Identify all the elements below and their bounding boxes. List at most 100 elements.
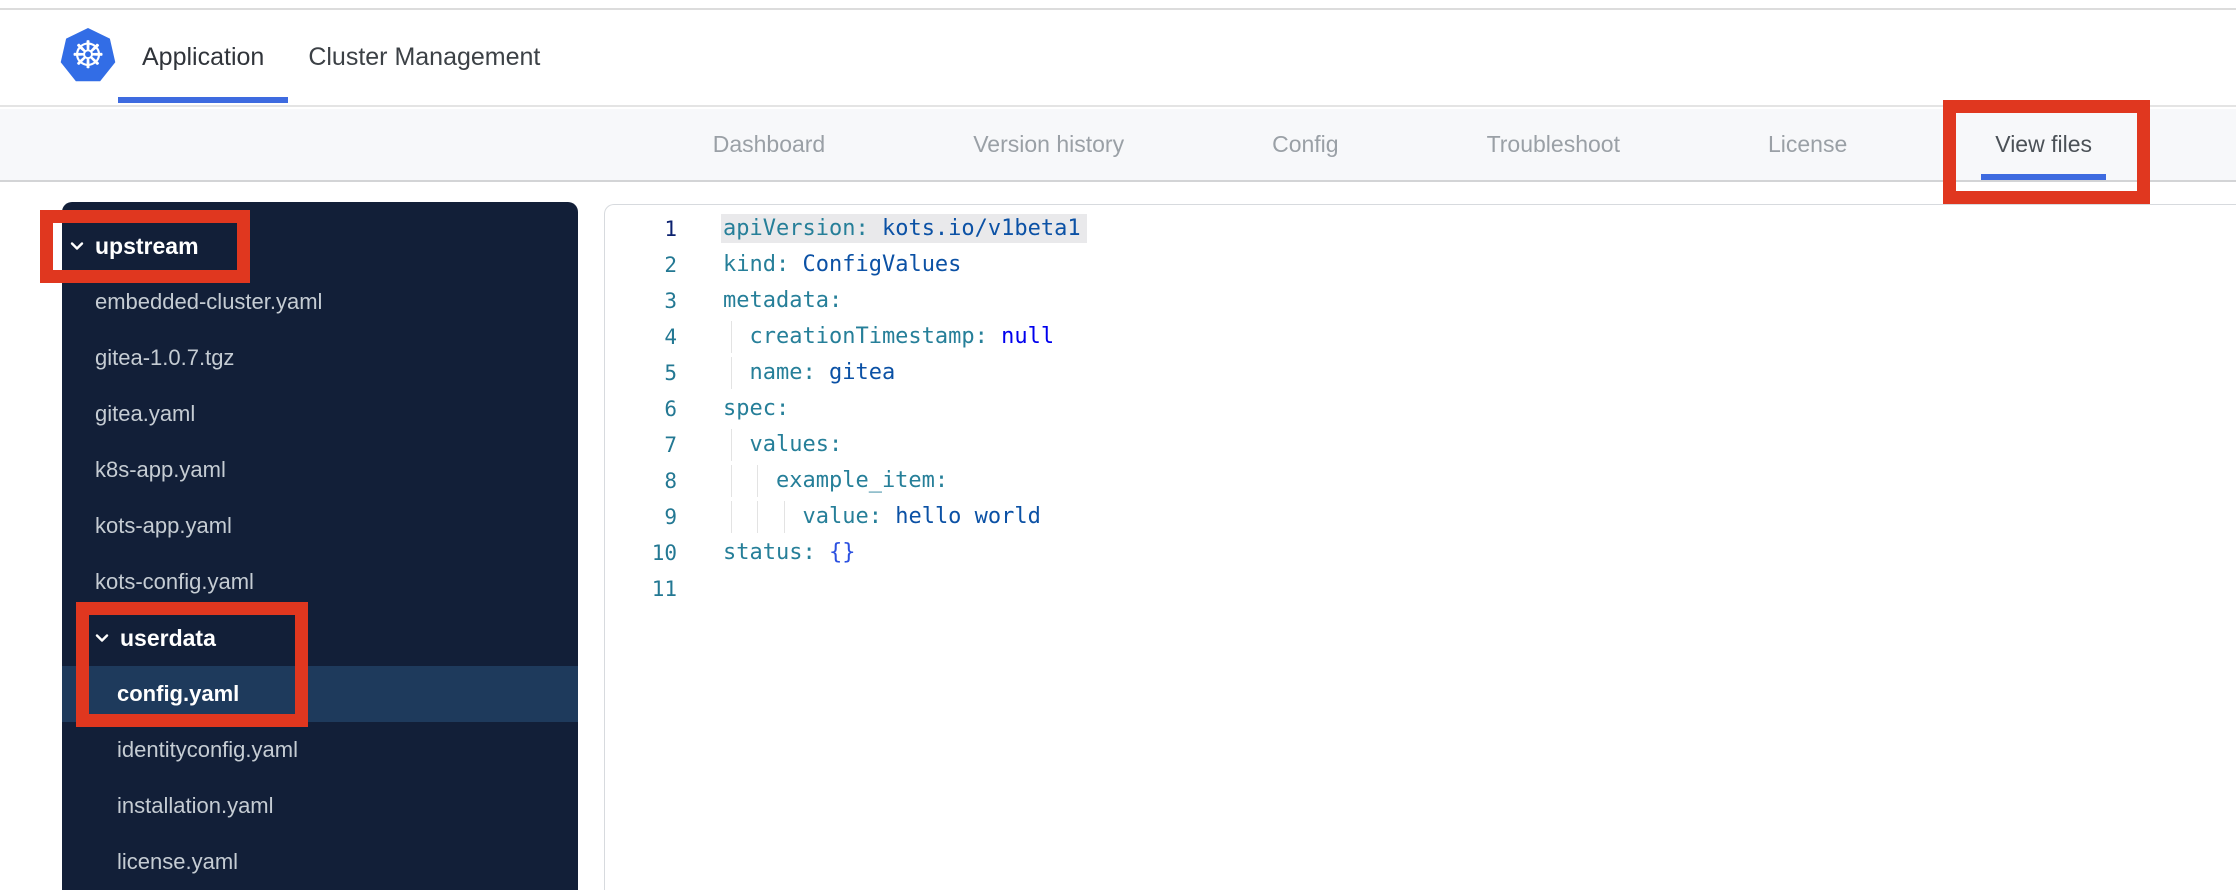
folder-label: userdata (120, 624, 216, 651)
code-line-content: value: hello world (723, 499, 1041, 535)
file-label: gitea.yaml (95, 401, 196, 426)
token-val: gitea (828, 360, 896, 385)
token-key: spec: (723, 396, 790, 421)
file-tree-file-kots-app-yaml[interactable]: kots-app.yaml (62, 498, 578, 554)
code-line-content: values: (723, 427, 842, 463)
code-line: 6 spec: (605, 391, 2236, 427)
line-number: 1 (664, 217, 677, 241)
nav-tab-view-files[interactable]: View files (1981, 109, 2106, 180)
code-line: 4 creationTimestamp: null (605, 319, 2236, 355)
code-line: 2 kind: ConfigValues (605, 247, 2236, 283)
file-label: kots-app.yaml (95, 513, 232, 538)
file-label: installation.yaml (117, 793, 274, 818)
code-line: 9 value: hello world (605, 499, 2236, 535)
header-tab-bar: Application Cluster Management (117, 10, 540, 105)
token-val: kots.io/v1beta1 (881, 216, 1081, 241)
file-label: kots-config.yaml (95, 569, 254, 594)
line-number: 8 (664, 469, 677, 493)
indent-guide (731, 429, 732, 461)
token-key: value: (723, 504, 882, 529)
code-line: 1 apiVersion: kots.io/v1beta1 (605, 211, 2236, 247)
file-tree-file-config-yaml[interactable]: config.yaml (62, 666, 578, 722)
nav-tab-dashboard[interactable]: Dashboard (713, 109, 826, 180)
indent-guide (731, 321, 732, 353)
kubernetes-logo-icon: ☸ (60, 28, 116, 84)
code-line-content: spec: (723, 391, 789, 427)
line-number: 5 (664, 361, 677, 385)
code-line-content: example_item: (723, 463, 948, 499)
token-kw: null (1001, 324, 1055, 349)
file-tree-file-installation-yaml[interactable]: installation.yaml (62, 778, 578, 834)
token-key: status: (723, 540, 816, 565)
token-key: values: (723, 432, 843, 457)
line-number: 9 (664, 505, 677, 529)
indent-guide (731, 465, 732, 497)
header-tab-cluster-management[interactable]: Cluster Management (308, 10, 540, 105)
nav-tab-version-history[interactable]: Version history (973, 109, 1124, 180)
header-tab-application[interactable]: Application (117, 10, 289, 105)
indent-guide (757, 465, 759, 497)
code-line: 10 status: {} (605, 535, 2236, 571)
line-number: 6 (664, 397, 677, 421)
code-line-content: apiVersion: kots.io/v1beta1 (721, 211, 1087, 247)
code-line: 8 example_item: (605, 463, 2236, 499)
code-line-content: status: {} (723, 535, 855, 571)
file-tree-file-k8s-app-yaml[interactable]: k8s-app.yaml (62, 442, 578, 498)
token-key: kind: (723, 252, 790, 277)
file-tree-file-embedded-cluster-yaml[interactable]: embedded-cluster.yaml (62, 274, 578, 330)
indent-guide (783, 501, 785, 533)
file-tree-sidebar: upstream embedded-cluster.yaml gitea-1.0.7… (62, 202, 578, 890)
token-br: {} (828, 540, 856, 565)
token-key: metadata: (723, 288, 843, 313)
file-label: license.yaml (117, 849, 239, 874)
app-header: ☸ Application Cluster Management (0, 10, 2236, 107)
line-number: 3 (664, 289, 677, 313)
line-number: 11 (651, 577, 677, 601)
file-label: k8s-app.yaml (95, 457, 226, 482)
nav-tab-troubleshoot[interactable]: Troubleshoot (1487, 109, 1620, 180)
code-line: 7 values: (605, 427, 2236, 463)
code-line-content: kind: ConfigValues (723, 247, 961, 283)
indent-guide (731, 357, 732, 389)
indent-guide (731, 501, 732, 533)
line-number: 4 (664, 325, 677, 349)
kots-admin-console: ☸ Application Cluster Management Dashboar… (0, 0, 2236, 890)
code-line: 11 (605, 571, 2236, 607)
nav-tab-license[interactable]: License (1768, 109, 1847, 180)
token-key: apiVersion: (723, 216, 869, 241)
code-line: 3 metadata: (605, 283, 2236, 319)
line-number: 10 (651, 541, 677, 565)
code-editor[interactable]: 1 apiVersion: kots.io/v1beta1 2 kind: Confi… (604, 204, 2236, 890)
file-label: gitea-1.0.7.tgz (95, 345, 235, 370)
line-number: 2 (664, 253, 677, 277)
token-val: ConfigValues (802, 252, 962, 277)
code-line-content: metadata: (723, 283, 842, 319)
file-tree-file-gitea-yaml[interactable]: gitea.yaml (62, 386, 578, 442)
code-line: 5 name: gitea (605, 355, 2236, 391)
token-key: name: (723, 360, 816, 385)
file-label: identityconfig.yaml (117, 737, 298, 762)
nav-tab-config[interactable]: Config (1272, 109, 1338, 180)
token-val: hello world (895, 504, 1041, 529)
file-tree-file-gitea-1-0-7-tgz[interactable]: gitea-1.0.7.tgz (62, 330, 578, 386)
token-key: creationTimestamp: (723, 324, 988, 349)
chevron-down-icon (70, 242, 84, 250)
file-label: embedded-cluster.yaml (95, 289, 323, 314)
code-line-content: creationTimestamp: null (723, 319, 1054, 355)
folder-label: upstream (95, 232, 199, 259)
file-tree-file-kots-config-yaml[interactable]: kots-config.yaml (62, 554, 578, 610)
file-tree-folder-userdata[interactable]: userdata (62, 610, 578, 666)
file-tree-file-identityconfig-yaml[interactable]: identityconfig.yaml (62, 722, 578, 778)
file-tree-folder-upstream[interactable]: upstream (62, 218, 578, 274)
secondary-nav: Dashboard Version history Config Troublesho… (0, 109, 2236, 182)
kubernetes-wheel-glyph: ☸ (70, 35, 106, 77)
file-label: config.yaml (117, 681, 240, 706)
file-tree-file-license-yaml[interactable]: license.yaml (62, 834, 578, 890)
code-line-content: name: gitea (723, 355, 895, 391)
